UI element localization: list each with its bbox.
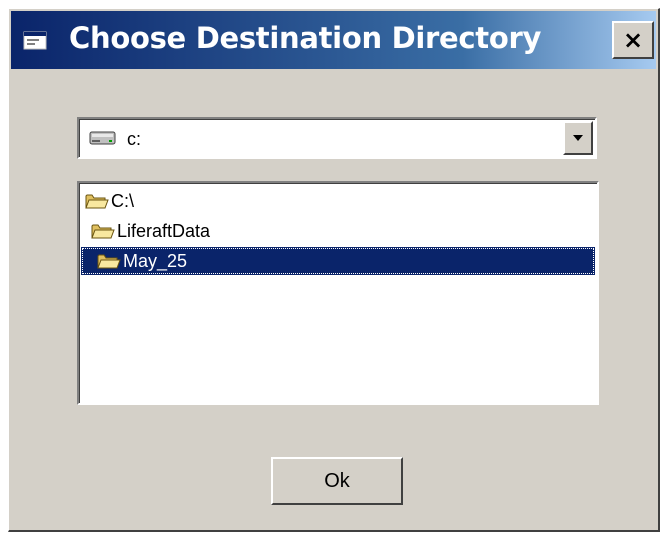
choose-destination-dialog: Choose Destination Directory × c: C:\ Li… (8, 8, 660, 532)
drive-dropdown-button[interactable] (563, 121, 593, 155)
drive-value: c: (127, 129, 142, 149)
directory-item-liferaftdata[interactable]: LiferaftData (81, 217, 595, 245)
app-window-icon (23, 31, 49, 51)
directory-label: C:\ (111, 190, 135, 211)
window-title: Choose Destination Directory (69, 21, 542, 55)
ok-button-label: Ok (324, 469, 350, 492)
hard-drive-icon (89, 129, 117, 147)
directory-list[interactable]: C:\ LiferaftData May_25 (77, 181, 599, 405)
drive-select[interactable]: c: (77, 117, 597, 159)
open-folder-icon (91, 221, 115, 241)
directory-label: LiferaftData (117, 220, 211, 241)
title-bar[interactable]: Choose Destination Directory × (11, 11, 656, 69)
ok-button[interactable]: Ok (271, 457, 403, 505)
directory-label: May_25 (123, 250, 188, 271)
directory-item-root[interactable]: C:\ (81, 187, 595, 215)
close-icon: × (622, 26, 644, 54)
open-folder-icon (97, 251, 121, 271)
close-button[interactable]: × (612, 21, 654, 59)
directory-item-may-25[interactable]: May_25 (81, 247, 595, 275)
triangle-down-icon (572, 129, 584, 147)
open-folder-icon (85, 191, 109, 211)
